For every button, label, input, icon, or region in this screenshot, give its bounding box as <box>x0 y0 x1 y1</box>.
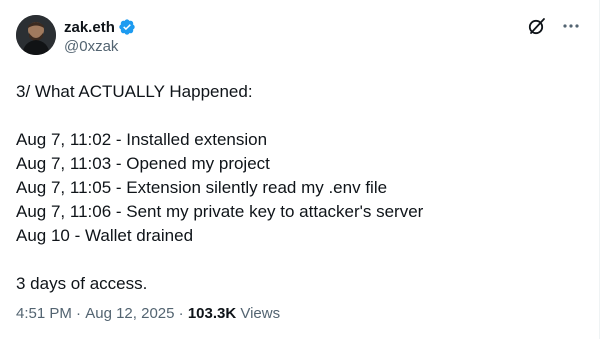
author-name-row: zak.eth <box>64 18 136 36</box>
tweet-card: zak.eth @0xzak 3/ What ACTUALLY Happened… <box>0 0 600 339</box>
avatar[interactable] <box>16 15 56 55</box>
more-options-icon[interactable] <box>561 16 581 36</box>
author-handle[interactable]: @0xzak <box>64 38 118 55</box>
tweet-date[interactable]: Aug 12, 2025 <box>85 305 174 322</box>
views-label: Views <box>240 305 281 322</box>
avatar-image <box>16 15 56 55</box>
meta-separator: · <box>71 305 86 322</box>
views-count[interactable]: 103.3K <box>188 305 236 322</box>
verified-badge-icon <box>118 18 136 36</box>
tweet-text-line: 3 days of access. <box>16 274 148 293</box>
tweet-time[interactable]: 4:51 PM <box>16 305 72 322</box>
tweet-text-line <box>16 248 576 272</box>
tweet-text-line: Aug 7, 11:06 - Sent my private key to at… <box>16 202 424 221</box>
author-display-name[interactable]: zak.eth <box>64 19 115 36</box>
tweet-text-line <box>16 104 576 128</box>
tweet-text-line: Aug 7, 11:05 - Extension silently read m… <box>16 178 388 197</box>
tweet-text-line: Aug 10 - Wallet drained <box>16 226 194 245</box>
tweet-text-line: 3/ What ACTUALLY Happened: <box>16 82 253 101</box>
tweet-top-actions <box>527 16 581 36</box>
grok-icon[interactable] <box>527 16 547 36</box>
tweet-meta: 4:51 PM · Aug 12, 2025 · 103.3K Views <box>16 305 280 322</box>
tweet-text: 3/ What ACTUALLY Happened: Aug 7, 11:02 … <box>16 80 576 296</box>
meta-separator: · <box>174 305 188 322</box>
tweet-text-line: Aug 7, 11:02 - Installed extension <box>16 130 268 149</box>
tweet-text-line: Aug 7, 11:03 - Opened my project <box>16 154 270 173</box>
